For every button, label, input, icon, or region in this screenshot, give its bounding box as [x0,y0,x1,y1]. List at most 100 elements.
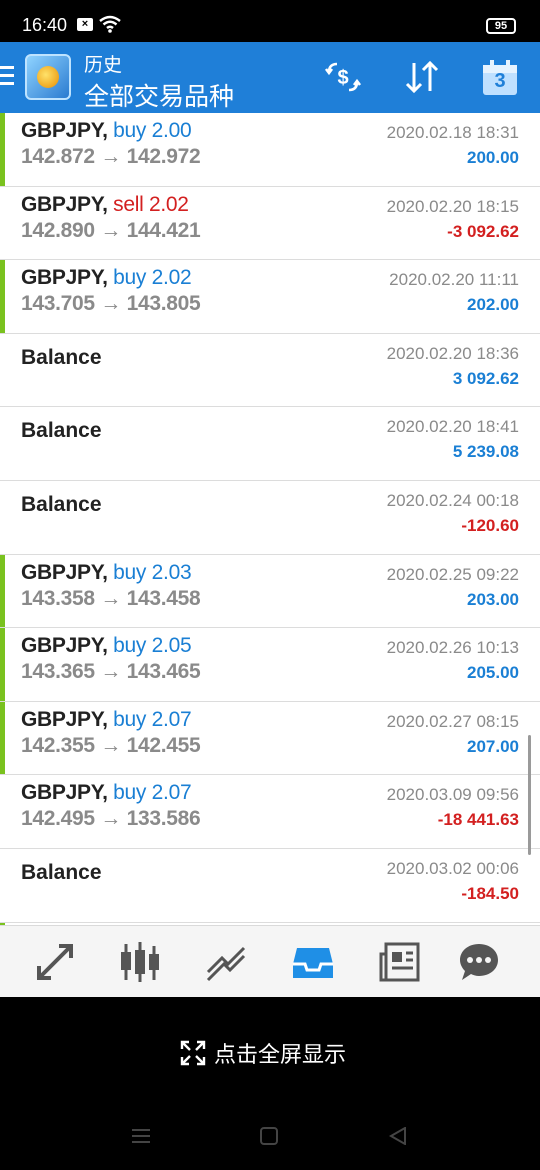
open-price: 143.365 [21,660,95,684]
trade-side-volume: sell 2.02 [113,192,189,216]
trade-side-volume: buy 2.03 [113,560,192,584]
expand-icon [180,1040,206,1066]
symbol-text: GBPJPY, [21,707,108,731]
recent-apps-icon[interactable] [130,1127,152,1145]
open-price: 143.705 [21,292,95,316]
trade-datetime: 2020.02.25 09:22 [386,564,519,584]
trade-row[interactable]: GBPJPY, buy 2.03 143.358 → 143.458 2020.… [0,554,540,629]
trade-side-volume: buy 2.05 [113,634,192,658]
trade-profit: 202.00 [467,295,519,315]
profit-indicator-bar [0,260,5,333]
balance-label: Balance [21,492,102,516]
balance-label: Balance [21,860,102,884]
chart-line-icon[interactable] [204,940,248,984]
fullscreen-label: 点击全屏显示 [214,1042,347,1067]
arrow-icon: → [100,733,122,757]
app-logo[interactable] [25,54,71,100]
trade-datetime: 2020.02.26 10:13 [386,638,519,658]
system-navigation [0,1105,540,1170]
fullscreen-bar: 点击全屏显示 [0,997,540,1105]
wifi-icon [99,15,121,33]
trade-symbol: GBPJPY, sell 2.02 [21,193,189,217]
app-bar: 历史 全部交易品种 $ 3 [0,42,540,113]
fullscreen-button[interactable]: 点击全屏显示 [180,1037,346,1069]
trade-prices: 142.872 → 142.972 [21,145,201,169]
trade-profit: -184.50 [461,883,519,903]
balance-row[interactable]: Balance 2020.02.20 18:36 3 092.62 [0,333,540,408]
trade-symbol: GBPJPY, buy 2.03 [21,560,192,585]
close-price: 143.465 [126,660,201,684]
trade-datetime: 2020.03.02 00:06 [386,858,519,878]
trade-row[interactable]: GBPJPY, buy 2.02 143.705 → 143.805 2020.… [0,260,540,334]
scrollbar-thumb[interactable] [528,735,531,855]
page-title[interactable]: 全部交易品种 [84,77,234,113]
symbol-text: GBPJPY, [21,192,108,216]
status-bar: 16:40 × 95 [0,0,540,42]
trade-row[interactable]: GBPJPY, buy 2.05 143.365 → 143.465 2020.… [0,628,540,702]
status-time: 16:40 [22,15,68,35]
history-inbox-icon[interactable] [291,940,335,984]
arrow-icon: → [100,145,122,168]
arrow-icon: → [100,292,122,316]
close-price: 143.805 [126,292,201,316]
balance-row[interactable]: Balance 2020.02.24 00:18 -120.60 [0,480,540,555]
calendar-day: 3 [494,70,506,92]
trade-symbol: GBPJPY, buy 2.02 [21,266,192,290]
trade-row[interactable]: GBPJPY, buy 2.07 142.355 → 142.455 2020.… [0,701,540,776]
calendar-icon[interactable]: 3 [481,59,519,97]
trade-side-volume: buy 2.07 [113,707,192,731]
arrow-icon: → [100,660,122,684]
trade-row[interactable]: GBPJPY, buy 2.07 142.495 → 133.586 2020.… [0,775,540,849]
trade-prices: 142.355 → 142.455 [21,733,201,758]
home-icon[interactable] [259,1127,279,1145]
open-price: 142.355 [21,733,95,757]
candlestick-icon[interactable] [118,940,162,984]
sort-icon[interactable] [402,59,442,95]
arrow-icon: → [100,807,122,831]
trade-row[interactable]: GBPJPY, buy 2.00 142.872 → 142.972 2020.… [0,113,540,187]
trade-symbol: GBPJPY, buy 2.07 [21,781,192,805]
trade-side-volume: buy 2.02 [113,266,192,290]
menu-icon[interactable] [0,66,14,86]
back-icon[interactable] [388,1127,408,1145]
trade-profit: 205.00 [467,663,519,683]
symbol-text: GBPJPY, [21,781,108,805]
trade-profit: -3 092.62 [447,221,519,241]
close-price: 142.972 [126,145,201,168]
arrow-icon: → [100,218,122,242]
trade-profit: -120.60 [461,515,519,535]
close-price: 144.421 [126,218,201,242]
trade-profit: 5 239.08 [452,442,519,462]
trade-prices: 143.358 → 143.458 [21,586,201,611]
trade-profit: 3 092.62 [452,368,519,388]
trade-datetime: 2020.02.20 18:15 [386,196,519,216]
trade-arrows-icon[interactable] [33,940,77,984]
trade-profit: 203.00 [467,589,519,609]
svg-text:$: $ [337,67,348,89]
trade-row[interactable]: GBPJPY, sell 2.02 142.890 → 144.421 2020… [0,186,540,261]
trade-profit: 200.00 [467,148,519,167]
open-price: 142.495 [21,807,95,831]
trade-side-volume: buy 2.00 [113,119,192,142]
open-price: 142.872 [21,145,95,168]
battery-icon: 95 [486,18,516,34]
balance-label: Balance [21,419,102,443]
close-price: 142.455 [126,733,201,757]
trade-datetime: 2020.02.20 18:41 [386,417,519,437]
balance-row[interactable]: Balance 2020.02.20 18:41 5 239.08 [0,407,540,481]
page-subtitle: 历史 [84,55,123,76]
trade-datetime: 2020.02.18 18:31 [386,123,519,142]
news-icon[interactable] [378,940,422,984]
trade-profit: -18 441.63 [437,810,519,830]
open-price: 143.358 [21,586,95,610]
trade-datetime: 2020.02.20 11:11 [389,270,519,290]
balance-row[interactable]: Balance 2020.03.02 00:06 -184.50 [0,848,540,923]
currency-exchange-icon[interactable]: $ [323,59,363,95]
symbol-text: GBPJPY, [21,634,108,658]
close-price: 133.586 [126,807,201,831]
trade-side-volume: buy 2.07 [113,781,192,805]
profit-indicator-bar [0,628,5,701]
chat-icon[interactable] [457,940,501,984]
profit-indicator-bar [0,113,5,186]
history-list[interactable]: GBPJPY, buy 2.00 142.872 → 142.972 2020.… [0,113,540,925]
